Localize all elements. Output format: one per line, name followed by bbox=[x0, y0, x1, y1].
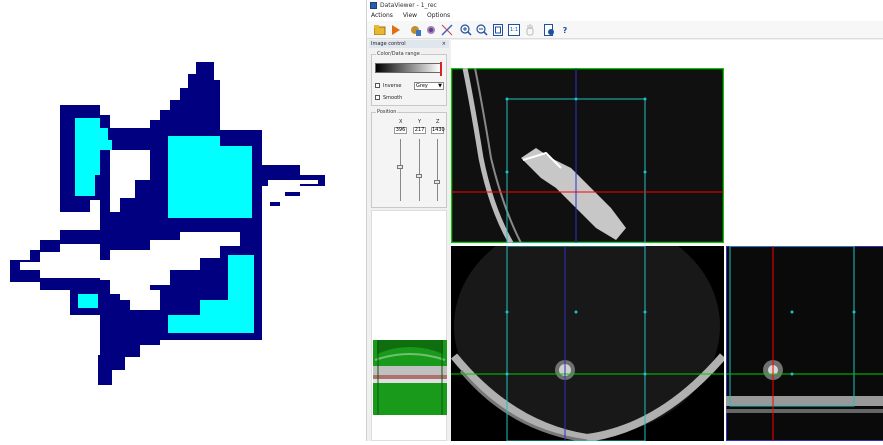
info-icon[interactable] bbox=[542, 23, 556, 37]
x-slider-track bbox=[400, 139, 401, 201]
palette-value: Grey bbox=[416, 83, 428, 89]
app-icon bbox=[370, 2, 377, 9]
position-group: Position X Y Z 396 217 1430 bbox=[371, 112, 447, 208]
dataviewer-window: DataViewer - 1_rec Actions View Options bbox=[366, 0, 883, 441]
menu-actions[interactable]: Actions bbox=[371, 12, 393, 19]
position-title: Position bbox=[376, 109, 397, 115]
help-label: ? bbox=[563, 26, 568, 35]
y-slider[interactable] bbox=[416, 174, 422, 178]
inverse-label: Inverse bbox=[383, 83, 401, 89]
hand-pan-icon[interactable] bbox=[523, 23, 537, 37]
menu-bar: Actions View Options bbox=[367, 11, 883, 21]
menu-options[interactable]: Options bbox=[427, 12, 450, 19]
sagittal-slice-view[interactable] bbox=[451, 68, 724, 243]
star-logo-icon bbox=[0, 0, 366, 441]
coronal-slice-view[interactable] bbox=[726, 246, 883, 441]
application-logo bbox=[0, 0, 366, 441]
smooth-checkbox[interactable] bbox=[375, 95, 380, 100]
palette-select[interactable]: Grey ▼ bbox=[414, 82, 444, 90]
zoom-in-icon[interactable] bbox=[459, 23, 473, 37]
slice-views-area bbox=[451, 40, 883, 441]
actual-size-label: 1:1 bbox=[510, 27, 518, 33]
zoom-out-icon[interactable] bbox=[475, 23, 489, 37]
open-folder-icon[interactable] bbox=[373, 23, 387, 37]
fit-view-icon[interactable] bbox=[491, 23, 505, 37]
x-slider[interactable] bbox=[397, 165, 403, 169]
range-max-handle[interactable] bbox=[440, 62, 442, 76]
color-range-title: Color/Data range bbox=[376, 51, 421, 57]
volume-preview-thumbnail bbox=[373, 340, 447, 415]
smooth-label: Smooth bbox=[383, 95, 402, 101]
chevron-down-icon: ▼ bbox=[438, 83, 442, 89]
close-icon[interactable]: × bbox=[442, 40, 446, 48]
axis-y-label: Y bbox=[418, 119, 421, 125]
y-slider-track bbox=[419, 139, 420, 201]
3d-settings-icon[interactable] bbox=[424, 23, 438, 37]
menu-view[interactable]: View bbox=[403, 12, 417, 19]
help-icon[interactable]: ? bbox=[558, 23, 572, 37]
axes-icon[interactable] bbox=[440, 23, 454, 37]
inverse-checkbox[interactable] bbox=[375, 83, 380, 88]
actual-size-icon[interactable]: 1:1 bbox=[507, 23, 521, 37]
image-control-panel: Image control × Color/Data range Inverse… bbox=[369, 40, 449, 441]
z-slider[interactable] bbox=[434, 180, 440, 184]
panel-header: Image control × bbox=[369, 40, 449, 48]
play-icon[interactable] bbox=[389, 23, 403, 37]
panel-title: Image control bbox=[371, 41, 406, 47]
color-range-gradient[interactable] bbox=[375, 63, 441, 73]
axis-x-label: X bbox=[399, 119, 402, 125]
z-position-field[interactable]: 1430 bbox=[431, 127, 444, 134]
title-bar: DataViewer - 1_rec bbox=[367, 0, 883, 11]
dataset-settings-icon[interactable] bbox=[408, 23, 422, 37]
axis-z-label: Z bbox=[436, 119, 439, 125]
x-position-field[interactable]: 396 bbox=[394, 127, 407, 134]
toolbar: 1:1 ? bbox=[367, 21, 883, 39]
color-range-group: Color/Data range Inverse Grey ▼ Smooth bbox=[371, 54, 447, 106]
z-slider-track bbox=[437, 139, 438, 201]
window-title: DataViewer - 1_rec bbox=[380, 2, 437, 9]
y-position-field[interactable]: 217 bbox=[413, 127, 426, 134]
axial-slice-view[interactable] bbox=[451, 246, 724, 441]
